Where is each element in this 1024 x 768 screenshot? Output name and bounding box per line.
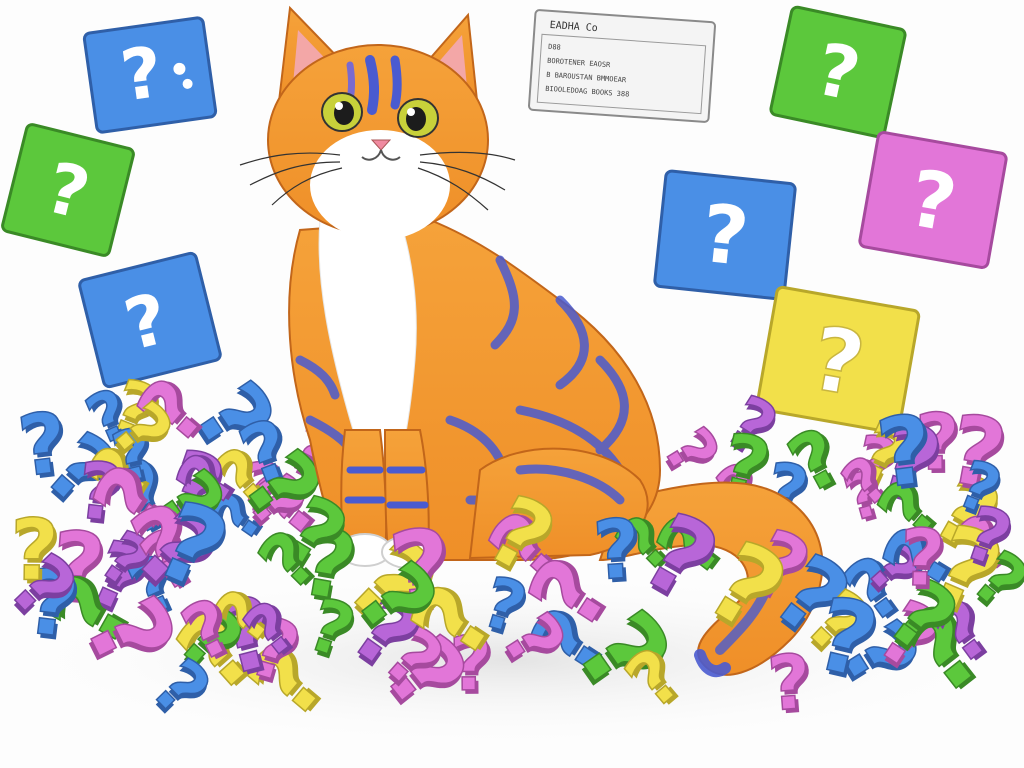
card-pink-right: ?	[858, 131, 1008, 269]
pile-question-mark: ??	[898, 512, 949, 609]
card-question-glyph: ?	[697, 187, 753, 284]
document-card: EADHA Co D88 BOROTENER EAOSR B BAROUSTAN…	[528, 9, 716, 123]
document-line: D88	[548, 43, 561, 52]
card-green-top-right: ?	[769, 5, 907, 139]
cat-eye-left	[321, 92, 363, 132]
illustration-canvas: ? ? ? ? ? ? ? EADHA Co D88 BOROTENER EAO…	[0, 0, 1024, 768]
svg-text:?: ?	[899, 513, 947, 605]
pile-question-mark: ??	[764, 637, 818, 733]
cat-eye-right	[397, 98, 439, 138]
card-blue-mid-right: ?	[653, 169, 797, 301]
svg-text:?: ?	[765, 637, 815, 728]
card-blue-top-left: ?	[82, 16, 218, 134]
